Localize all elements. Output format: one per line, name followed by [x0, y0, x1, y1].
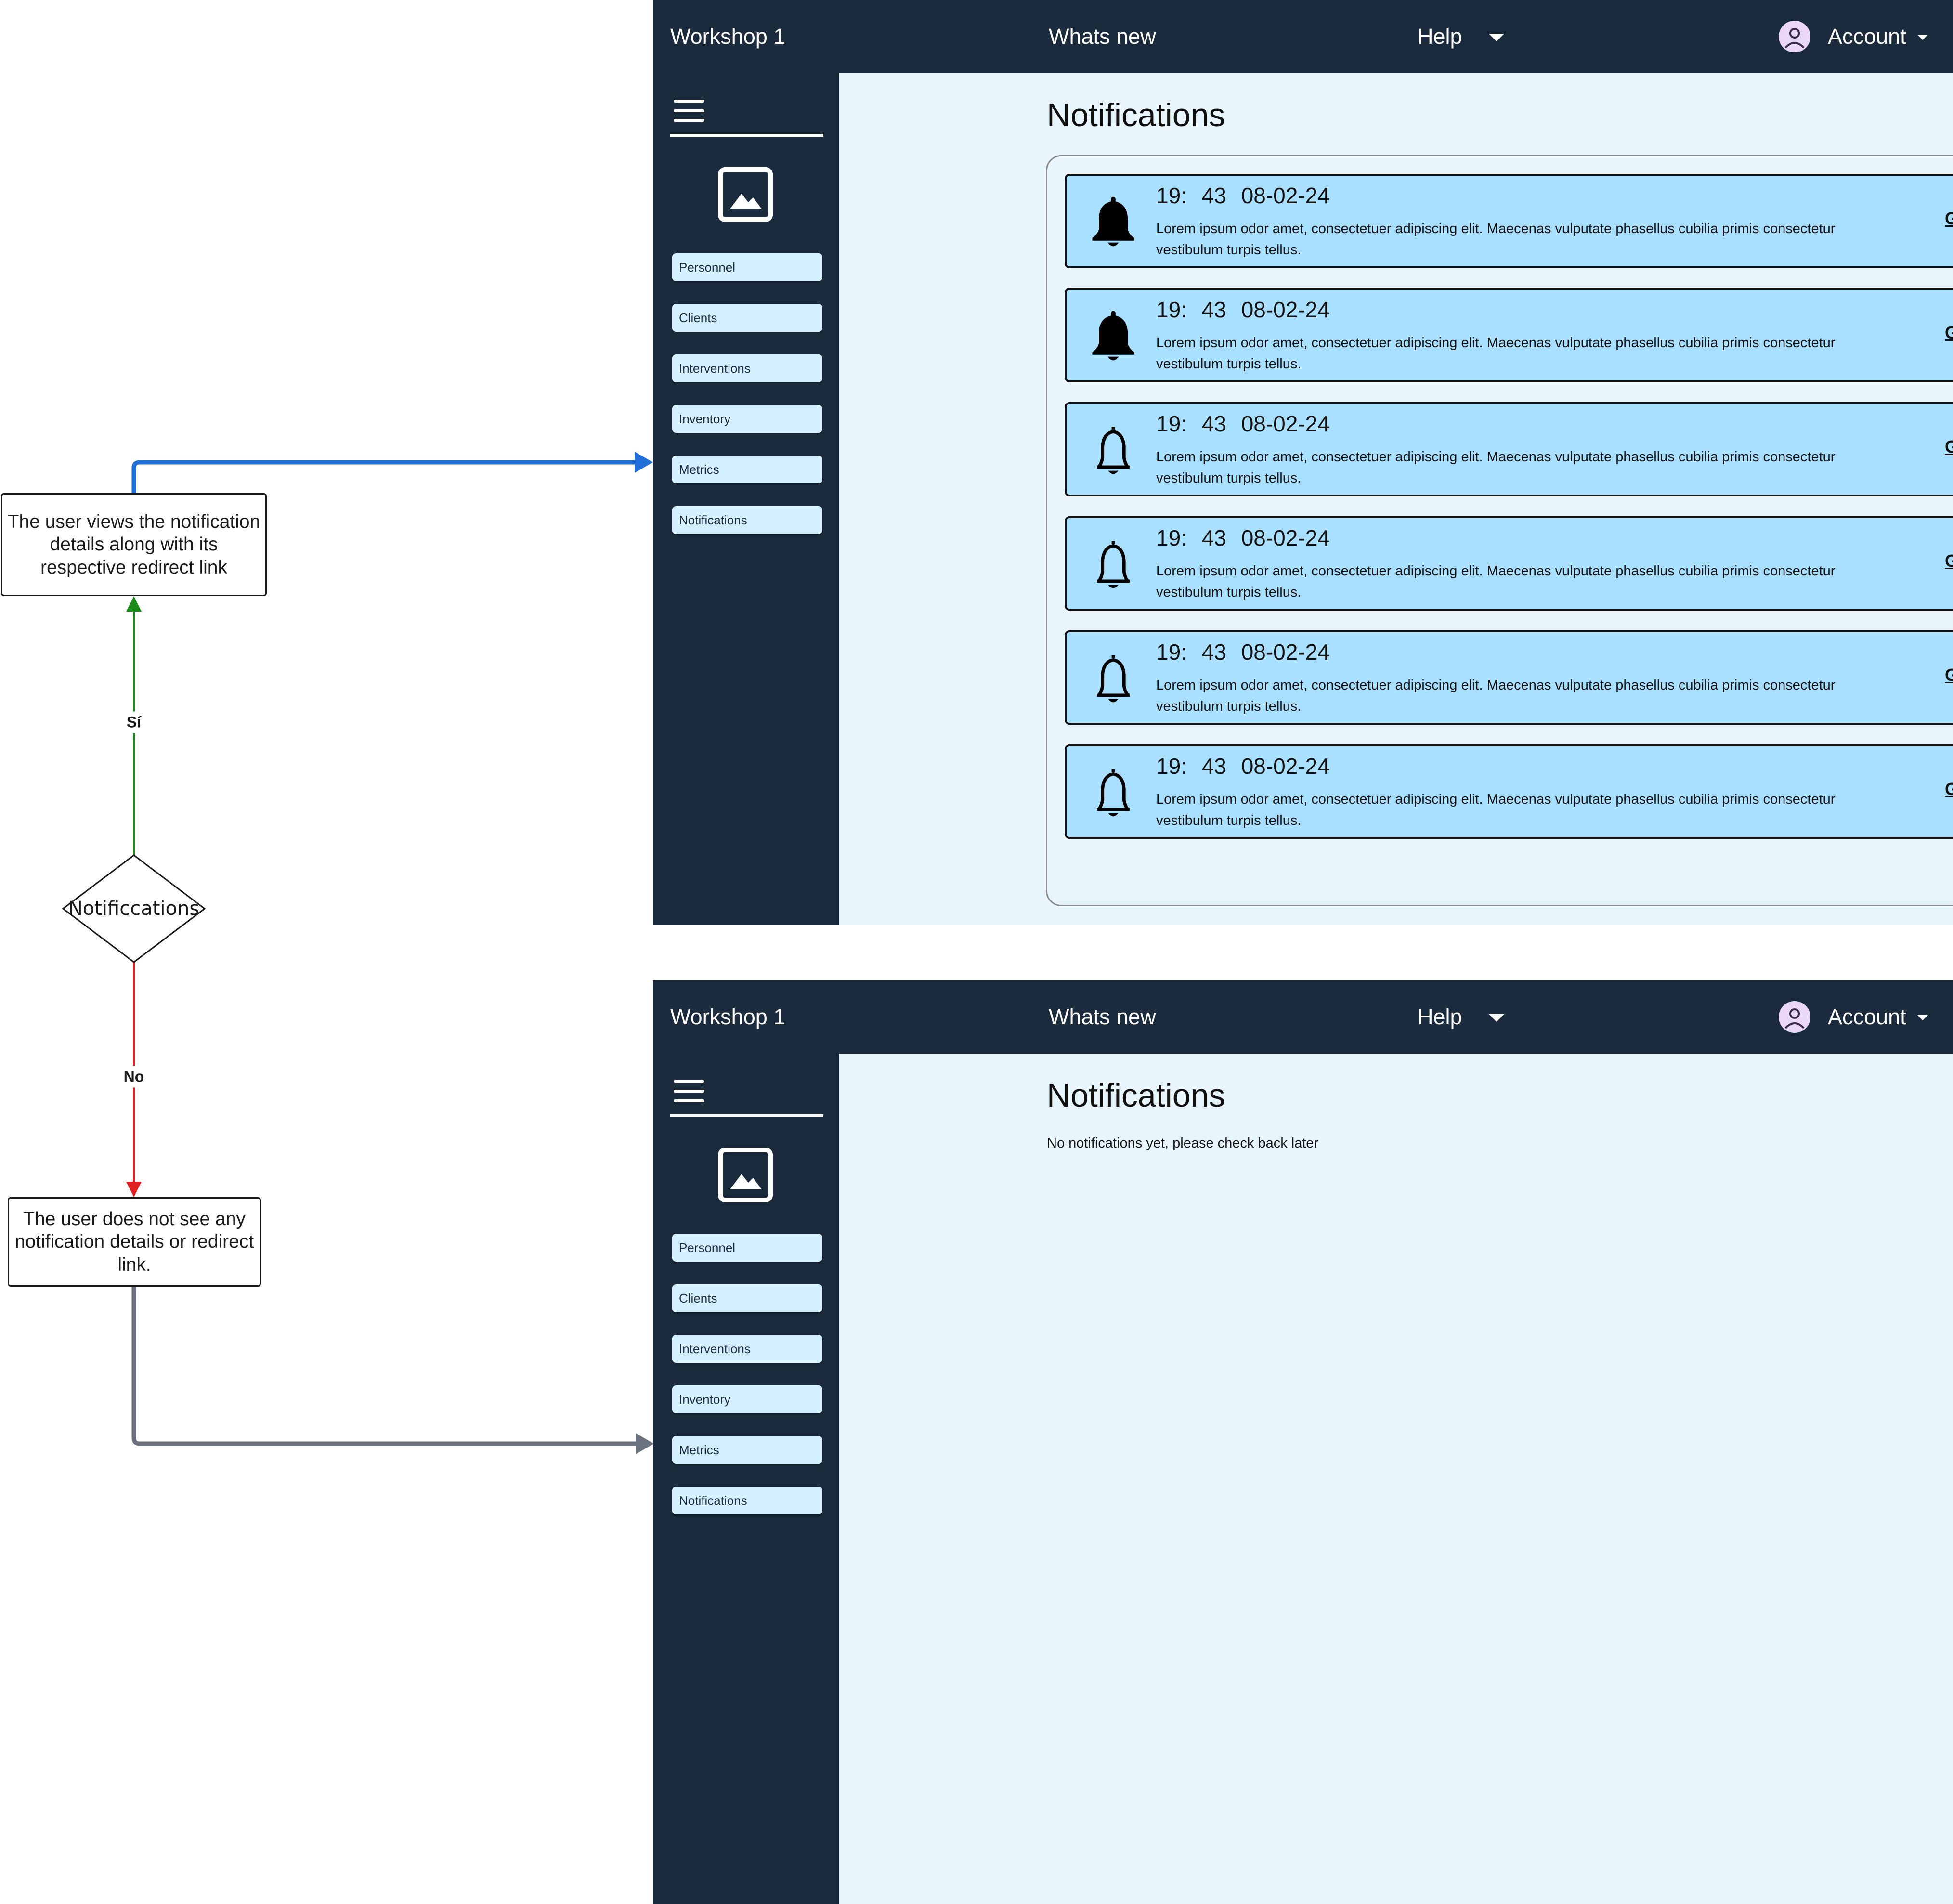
help-menu[interactable]: Help [1418, 980, 1462, 1054]
notification-timestamp: 19: 43 08-02-24 [1156, 639, 1330, 665]
notification-date: 08-02-24 [1241, 411, 1330, 436]
app-title[interactable]: Workshop 1 [670, 0, 785, 73]
arrowhead-yes-to-screen [635, 452, 653, 473]
notification-body: Lorem ipsum odor amet, consectetuer adip… [1156, 449, 1836, 486]
screen-with-notifications: Workshop 1 Whats new Help Account Person… [653, 0, 1953, 925]
sidebar-item-notifications[interactable]: Notifications [672, 506, 822, 534]
app-title[interactable]: Workshop 1 [670, 980, 785, 1054]
notification-timestamp: 19: 43 08-02-24 [1156, 753, 1330, 779]
sidebar-item-clients[interactable]: Clients [672, 1284, 822, 1312]
go-to-section-link[interactable]: Go to the section [1945, 779, 1953, 799]
image-placeholder-icon [718, 1148, 773, 1202]
notifications-panel: 19: 43 08-02-24 Lorem ipsum odor amet, co… [1046, 155, 1953, 906]
screen-empty: Workshop 1 Whats new Help Account Person… [653, 980, 1953, 1904]
help-chevron-down-icon[interactable] [1489, 1014, 1504, 1022]
notification-timestamp: 19: 43 08-02-24 [1156, 297, 1330, 323]
decision-label: Notificcations [68, 898, 200, 920]
sidebar-divider [670, 134, 823, 137]
notification-time: 19: 43 [1156, 183, 1226, 208]
yes-result-box: The user views the notification details … [1, 493, 267, 596]
notification-date: 08-02-24 [1241, 525, 1330, 550]
sidebar-item-inventory[interactable]: Inventory [672, 1385, 822, 1413]
sidebar-item-metrics[interactable]: Metrics [672, 456, 822, 483]
notification-body: Lorem ipsum odor amet, consectetuer adip… [1156, 678, 1836, 714]
notification-date: 08-02-24 [1241, 297, 1330, 322]
notification-card[interactable]: 19: 43 08-02-24 Lorem ipsum odor amet, co… [1065, 744, 1953, 839]
notification-card[interactable]: 19: 43 08-02-24 Lorem ipsum odor amet, co… [1065, 630, 1953, 725]
notification-time: 19: 43 [1156, 754, 1226, 779]
edge-no-to-screen [131, 1287, 637, 1446]
notification-time: 19: 43 [1156, 411, 1226, 436]
image-placeholder-icon [718, 167, 773, 222]
notification-date: 08-02-24 [1241, 754, 1330, 779]
sidebar-item-interventions[interactable]: Interventions [672, 354, 822, 382]
main-content: Notifications 19: 43 08-02-24 Lorem ipsum… [839, 73, 1953, 925]
main-content: Notifications No notifications yet, plea… [839, 1054, 1953, 1904]
edge-label-no: No [120, 1066, 147, 1088]
whats-new-link[interactable]: Whats new [1049, 980, 1156, 1054]
bell-outline-icon [1097, 655, 1130, 703]
page-title: Notifications [1047, 1077, 1225, 1114]
help-chevron-down-icon[interactable] [1489, 34, 1504, 41]
notification-time: 19: 43 [1156, 525, 1226, 550]
help-menu[interactable]: Help [1418, 0, 1462, 73]
empty-state-message: No notifications yet, please check back … [1047, 1135, 1319, 1151]
sidebar-item-clients[interactable]: Clients [672, 304, 822, 332]
sidebar-item-notifications[interactable]: Notifications [672, 1487, 822, 1514]
notification-card[interactable]: 19: 43 08-02-24 Lorem ipsum odor amet, co… [1065, 174, 1953, 268]
bell-filled-icon [1092, 311, 1134, 361]
avatar-icon[interactable] [1779, 21, 1810, 52]
account-menu[interactable]: Account [1828, 0, 1906, 73]
arrowhead-no-to-screen [636, 1433, 654, 1454]
sidebar-item-interventions[interactable]: Interventions [672, 1335, 822, 1363]
avatar-icon[interactable] [1779, 1001, 1810, 1033]
notification-timestamp: 19: 43 08-02-24 [1156, 183, 1330, 209]
account-chevron-down-icon[interactable] [1917, 1015, 1928, 1020]
sidebar-item-personnel[interactable]: Personnel [672, 253, 822, 281]
bell-outline-icon [1097, 427, 1130, 474]
notification-time: 19: 43 [1156, 297, 1226, 322]
notification-body: Lorem ipsum odor amet, consectetuer adip… [1156, 792, 1836, 828]
notification-card[interactable]: 19: 43 08-02-24 Lorem ipsum odor amet, co… [1065, 288, 1953, 382]
notification-card[interactable]: 19: 43 08-02-24 Lorem ipsum odor amet, co… [1065, 402, 1953, 496]
notification-timestamp: 19: 43 08-02-24 [1156, 525, 1330, 551]
menu-icon[interactable] [674, 100, 704, 122]
go-to-section-link[interactable]: Go to the section [1945, 551, 1953, 571]
sidebar-divider [670, 1114, 823, 1117]
no-result-text: The user does not see any notification d… [14, 1208, 254, 1275]
notification-time: 19: 43 [1156, 639, 1226, 665]
sidebar: Personnel Clients Interventions Inventor… [653, 1054, 839, 1904]
notification-card[interactable]: 19: 43 08-02-24 Lorem ipsum odor amet, co… [1065, 516, 1953, 611]
edge-label-yes: Sí [123, 711, 144, 733]
bell-filled-icon [1092, 196, 1134, 247]
go-to-section-link[interactable]: Go to the section [1945, 323, 1953, 343]
notification-body: Lorem ipsum odor amet, consectetuer adip… [1156, 563, 1836, 600]
notification-body: Lorem ipsum odor amet, consectetuer adip… [1156, 221, 1836, 258]
sidebar-item-personnel[interactable]: Personnel [672, 1234, 822, 1262]
notification-timestamp: 19: 43 08-02-24 [1156, 411, 1330, 437]
notification-date: 08-02-24 [1241, 183, 1330, 208]
arrowhead-no [126, 1182, 142, 1197]
bell-outline-icon [1097, 769, 1130, 817]
go-to-section-link[interactable]: Go to the section [1945, 209, 1953, 229]
account-menu[interactable]: Account [1828, 980, 1906, 1054]
page-title: Notifications [1047, 97, 1225, 133]
whats-new-link[interactable]: Whats new [1049, 0, 1156, 73]
yes-result-text: The user views the notification details … [7, 511, 260, 578]
edge-yes-to-screen [131, 460, 637, 493]
notification-body: Lorem ipsum odor amet, consectetuer adip… [1156, 335, 1836, 372]
go-to-section-link[interactable]: Go to the section [1945, 665, 1953, 685]
sidebar-item-inventory[interactable]: Inventory [672, 405, 822, 433]
no-result-box: The user does not see any notification d… [8, 1197, 261, 1287]
menu-icon[interactable] [674, 1080, 704, 1102]
bell-outline-icon [1097, 541, 1130, 588]
top-bar: Workshop 1 Whats new Help Account [653, 0, 1953, 73]
go-to-section-link[interactable]: Go to the section [1945, 437, 1953, 457]
sidebar-item-metrics[interactable]: Metrics [672, 1436, 822, 1464]
account-chevron-down-icon[interactable] [1917, 35, 1928, 40]
arrowhead-yes [126, 596, 142, 612]
sidebar: Personnel Clients Interventions Inventor… [653, 73, 839, 925]
top-bar: Workshop 1 Whats new Help Account [653, 980, 1953, 1054]
notification-date: 08-02-24 [1241, 639, 1330, 665]
